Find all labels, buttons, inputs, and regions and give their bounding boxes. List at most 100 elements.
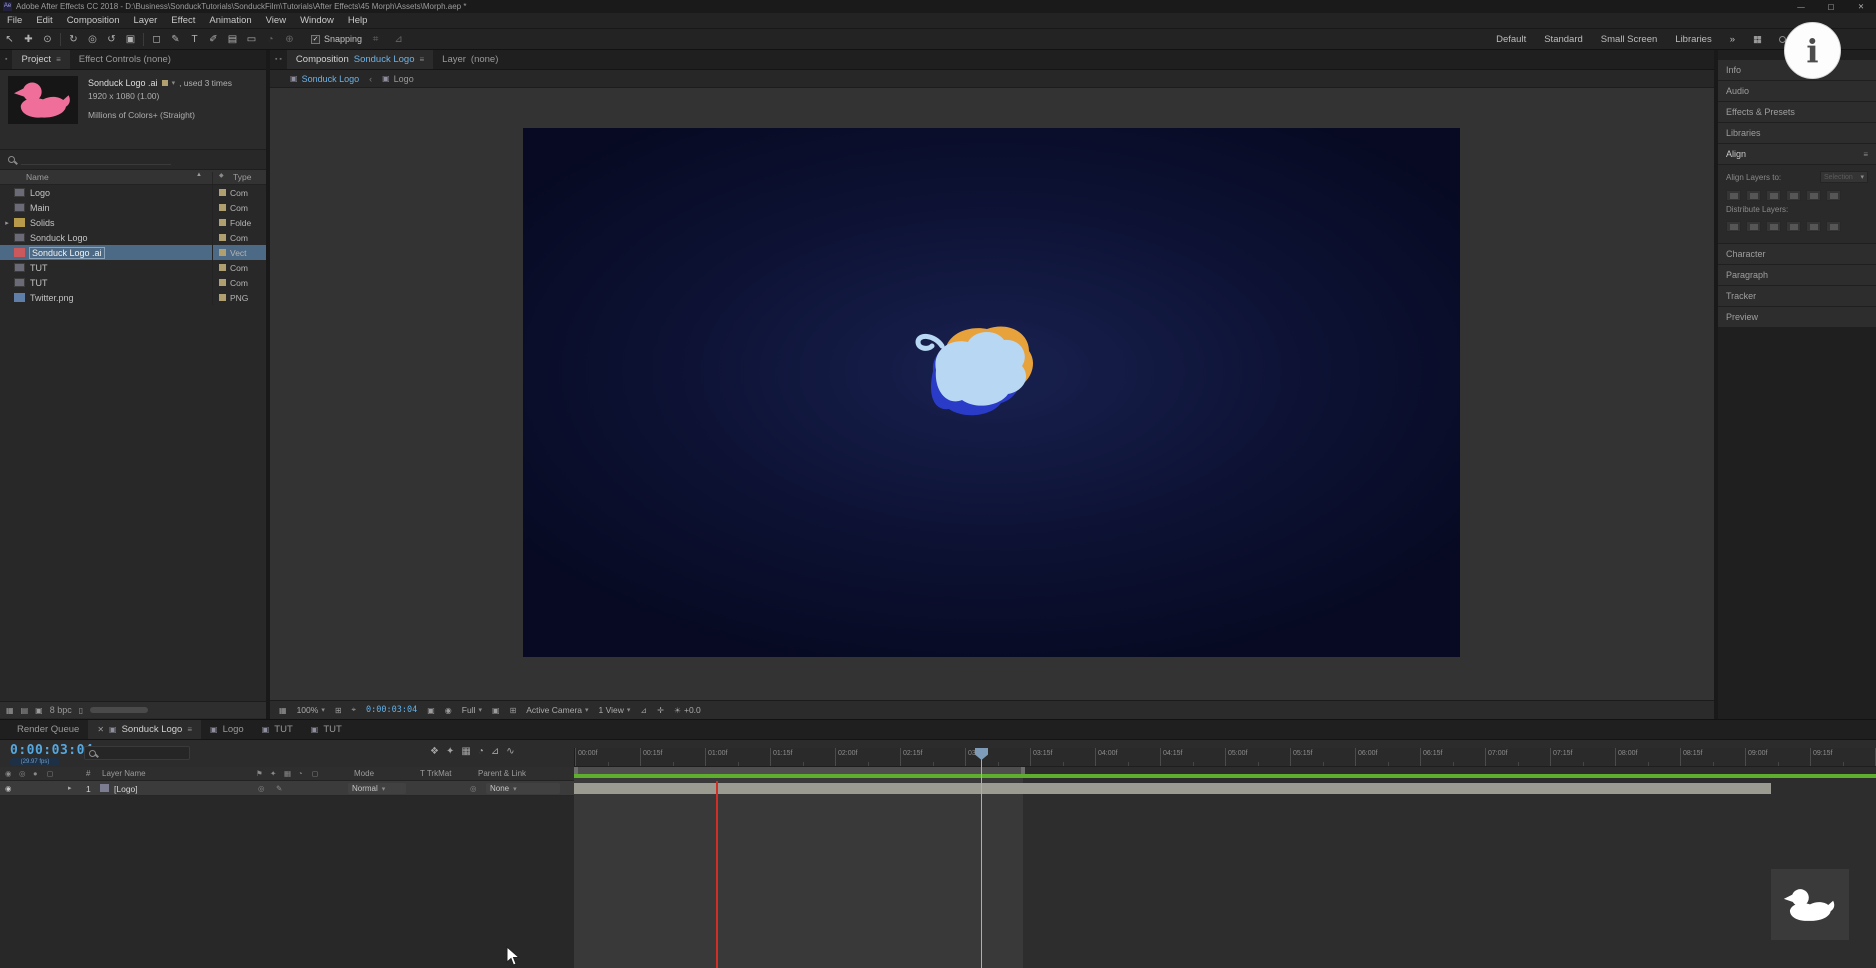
tab-composition[interactable]: Composition Sonduck Logo ≡	[287, 50, 433, 69]
project-search-input[interactable]	[21, 154, 171, 165]
hand-tool-icon[interactable]: ✚	[19, 34, 38, 45]
column-type[interactable]: Type	[233, 172, 251, 182]
menu-window[interactable]: Window	[293, 15, 341, 26]
menu-help[interactable]: Help	[341, 15, 375, 26]
project-row-main[interactable]: Main Com	[0, 200, 266, 215]
menu-effect[interactable]: Effect	[164, 15, 202, 26]
align-top-button[interactable]	[1786, 190, 1801, 201]
layer-row[interactable]: ◉ ▸ 1 [Logo] ◎ ✎ Normal ▾ ◎ None ▾	[0, 781, 574, 796]
trash-icon[interactable]: ▯	[79, 706, 83, 715]
solo-column-icon[interactable]: ●	[33, 769, 38, 778]
distribute-left-button[interactable]	[1786, 221, 1801, 232]
video-column-icon[interactable]: ◉	[5, 769, 12, 778]
tab-timeline-logo[interactable]: ▣ Logo	[201, 720, 253, 739]
interpret-footage-icon[interactable]: ▦	[6, 706, 14, 715]
zoom-dropdown[interactable]: 100%▾	[297, 705, 325, 715]
project-row-sonduck-logo-ai[interactable]: Sonduck Logo .ai Vect	[0, 245, 266, 260]
motion-blur-column-icon[interactable]: ◔	[298, 769, 303, 778]
maximize-button[interactable]: ▢	[1816, 0, 1846, 13]
workspace-grid-icon[interactable]: ▦	[1744, 34, 1771, 45]
menu-layer[interactable]: Layer	[127, 15, 165, 26]
tab-timeline-sonduck-logo[interactable]: ✕ ▣ Sonduck Logo ≡	[88, 720, 201, 739]
workspace-libraries[interactable]: Libraries	[1666, 34, 1720, 45]
panel-tracker[interactable]: Tracker	[1718, 286, 1876, 306]
panel-paragraph[interactable]: Paragraph	[1718, 265, 1876, 285]
tab-render-queue[interactable]: Render Queue	[8, 720, 88, 739]
distribute-bottom-button[interactable]	[1766, 221, 1781, 232]
tab-timeline-tut-1[interactable]: ▣ TUT	[253, 720, 302, 739]
parent-pickwhip-icon[interactable]: ◎	[470, 784, 477, 793]
quality-icon[interactable]: ✎	[276, 784, 282, 793]
panel-menu-icon[interactable]: ≡	[187, 725, 192, 734]
project-row-logo[interactable]: Logo Com	[0, 185, 266, 200]
sort-asc-icon[interactable]: ▲	[196, 172, 202, 178]
label-chip[interactable]	[219, 189, 226, 196]
layer-name-column-header[interactable]: Layer Name	[102, 769, 146, 778]
tab-timeline-tut-2[interactable]: ▣ TUT	[302, 720, 351, 739]
exposure-control[interactable]: ☀ +0.0	[674, 705, 701, 715]
view-layout-dropdown[interactable]: 1 View▾	[599, 705, 631, 715]
motion-blur-icon[interactable]: ◔	[478, 746, 484, 757]
panel-effects-presets[interactable]: Effects & Presets	[1718, 102, 1876, 122]
distribute-vcenter-button[interactable]	[1746, 221, 1761, 232]
trkmat-column-header[interactable]: T TrkMat	[420, 769, 451, 778]
align-target-dropdown[interactable]: Selection ▾	[1820, 171, 1868, 183]
mask-tool-icon[interactable]: ◻	[147, 34, 166, 45]
panel-audio[interactable]: Audio	[1718, 81, 1876, 101]
selection-tool-icon[interactable]: ↖	[0, 34, 19, 45]
align-left-button[interactable]	[1726, 190, 1741, 201]
project-row-solids[interactable]: ▸ Solids Folde	[0, 215, 266, 230]
label-chip[interactable]	[219, 219, 226, 226]
mini-flowchart-icon[interactable]: ❖	[430, 746, 439, 757]
snap-shape-icon[interactable]: ⌗	[366, 34, 385, 45]
resolution-dropdown[interactable]: Full▾	[462, 705, 482, 715]
pixel-aspect-icon[interactable]: ⊿	[640, 706, 647, 715]
graph-editor-icon[interactable]: ∿	[506, 746, 514, 757]
collapse-transform-icon[interactable]: ◎	[258, 784, 265, 793]
workspace-small-screen[interactable]: Small Screen	[1592, 34, 1667, 45]
twirl-icon[interactable]: ▸	[68, 784, 72, 792]
brush-tool-icon[interactable]: ✐	[204, 34, 223, 45]
pan-tool-icon[interactable]: ◎	[83, 34, 102, 45]
workspace-standard[interactable]: Standard	[1535, 34, 1592, 45]
camera-dropdown[interactable]: Active Camera▾	[526, 705, 588, 715]
parent-column-header[interactable]: Parent & Link	[478, 769, 526, 778]
puppet-tool-icon[interactable]: ⊕	[280, 34, 299, 45]
lock-column-icon[interactable]: ◻	[47, 769, 53, 778]
roto-brush-tool-icon[interactable]: ◔	[261, 34, 280, 45]
viewer-tab-logo[interactable]: ▣ Logo	[374, 70, 422, 87]
fast-previews-icon[interactable]: ▣	[492, 706, 500, 715]
snapshot-icon[interactable]: ▣	[427, 706, 435, 715]
type-tool-icon[interactable]: T	[185, 34, 204, 45]
quality-column-icon[interactable]: ⚑	[256, 769, 263, 778]
composition-viewport[interactable]	[523, 128, 1460, 657]
project-row-sonduck-logo[interactable]: Sonduck Logo Com	[0, 230, 266, 245]
menu-animation[interactable]: Animation	[202, 15, 258, 26]
project-row-twitter-png[interactable]: Twitter.png PNG	[0, 290, 266, 305]
timeline-search-input[interactable]	[100, 748, 180, 758]
transparency-grid-icon[interactable]: ⊞	[510, 706, 517, 715]
chevron-down-icon[interactable]: ▾	[172, 79, 176, 87]
eraser-tool-icon[interactable]: ▭	[242, 34, 261, 45]
channels-icon[interactable]: ◉	[445, 706, 452, 715]
new-composition-icon[interactable]: ▣	[35, 706, 43, 715]
distribute-right-button[interactable]	[1826, 221, 1841, 232]
layer-visibility-icon[interactable]: ◉	[5, 784, 12, 793]
horizontal-scrollbar[interactable]	[90, 707, 148, 713]
bit-depth-label[interactable]: 8 bpc	[50, 705, 72, 715]
label-chip[interactable]	[219, 279, 226, 286]
stamp-tool-icon[interactable]: ▤	[223, 34, 242, 45]
mode-column-header[interactable]: Mode	[354, 769, 374, 778]
brainstorm-icon[interactable]: ⊿	[491, 746, 499, 757]
label-column-icon[interactable]: ◆	[219, 172, 224, 179]
new-folder-icon[interactable]: ▤	[21, 706, 29, 715]
timeline-search[interactable]	[84, 746, 190, 760]
region-of-interest-icon[interactable]: ⌖	[352, 705, 357, 715]
frame-blending-icon[interactable]: ▦	[461, 746, 470, 757]
workspace-default[interactable]: Default	[1487, 34, 1535, 45]
audio-column-icon[interactable]: ◎	[19, 769, 26, 778]
index-column-header[interactable]: #	[86, 769, 90, 778]
label-chip[interactable]	[219, 294, 226, 301]
align-bottom-button[interactable]	[1826, 190, 1841, 201]
panel-menu-icon[interactable]: ≡	[1863, 150, 1868, 159]
